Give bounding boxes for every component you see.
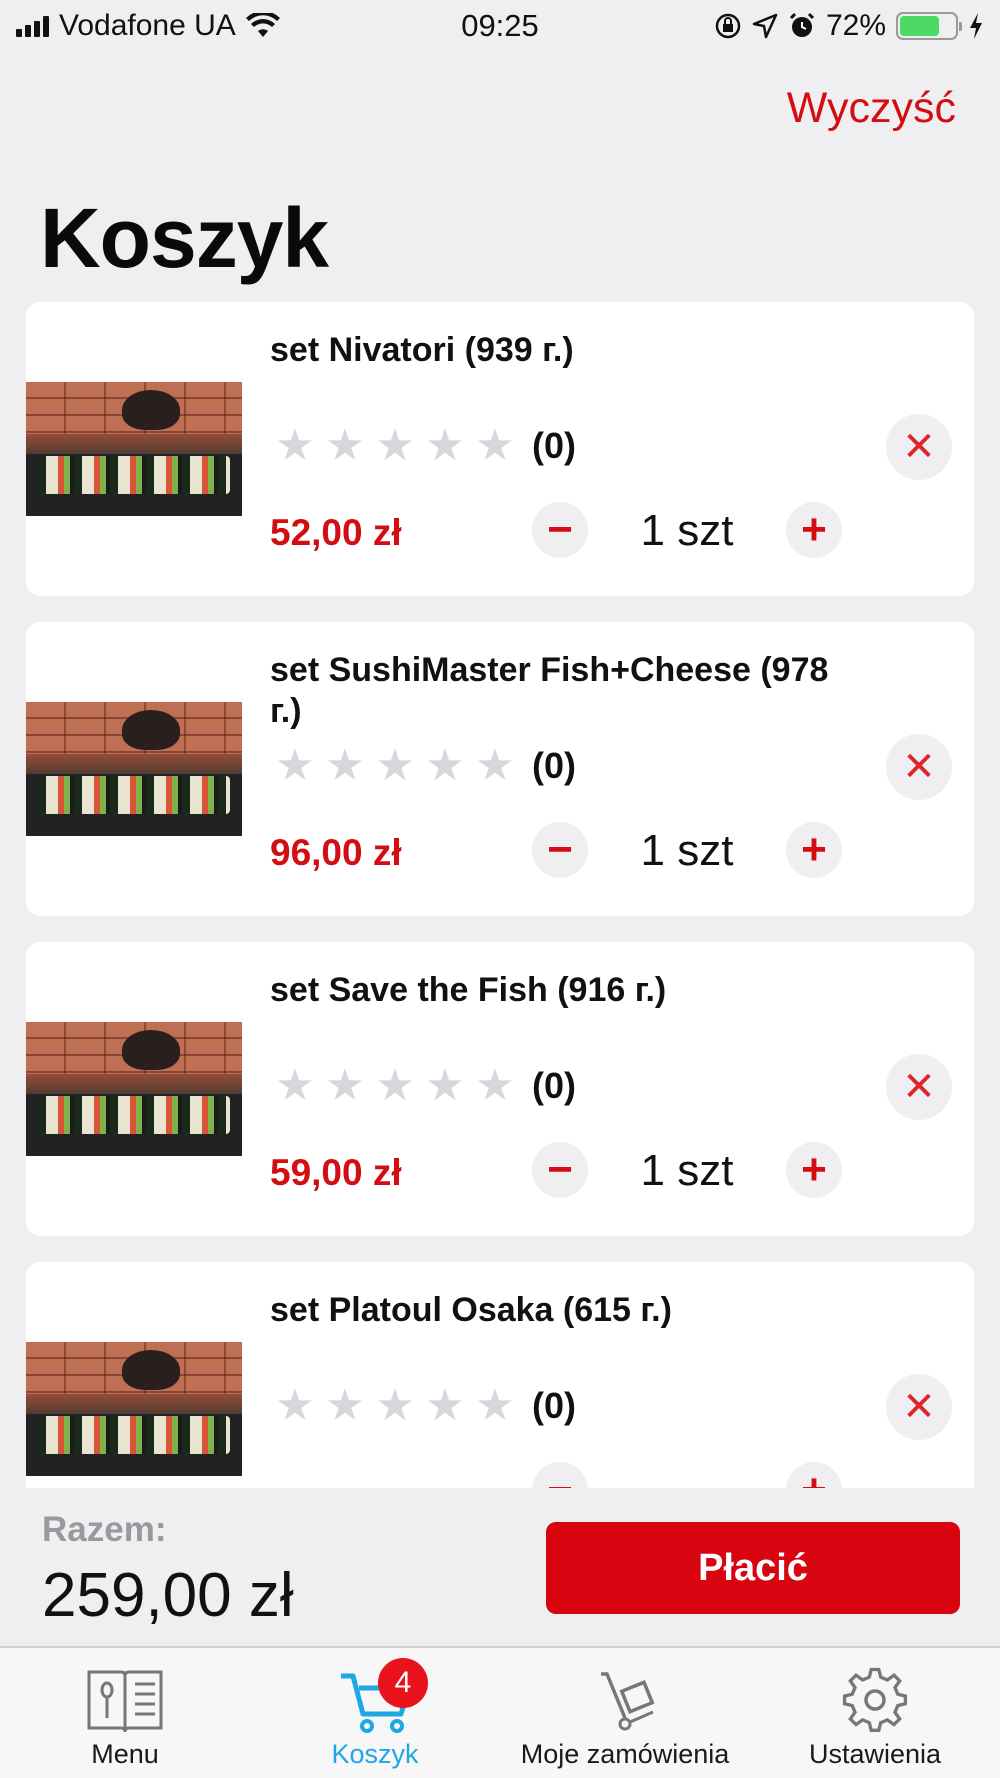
rating-count: (0): [532, 1065, 576, 1106]
decrease-quantity-button[interactable]: −: [532, 822, 588, 878]
increase-quantity-button[interactable]: +: [786, 502, 842, 558]
item-quantity: 1 szt: [640, 826, 734, 875]
item-rating[interactable]: ★ ★ ★ ★ ★ (0): [274, 1064, 576, 1108]
star-icon[interactable]: ★: [324, 1384, 366, 1428]
remove-item-button[interactable]: ✕: [886, 414, 952, 480]
star-icon[interactable]: ★: [324, 424, 366, 468]
tab-label: Menu: [91, 1739, 159, 1769]
location-icon: [752, 13, 778, 39]
item-quantity: 1 szt: [640, 506, 734, 555]
star-icon[interactable]: ★: [374, 744, 416, 788]
tab-bar: Menu 4 Koszyk Moje zamówienia Ustawienia: [0, 1646, 1000, 1778]
star-icon[interactable]: ★: [474, 424, 516, 468]
item-price: 52,00 zł: [270, 512, 402, 553]
rating-count: (0): [532, 425, 576, 466]
tab-settings[interactable]: Ustawienia: [750, 1648, 1000, 1778]
item-price: 96,00 zł: [270, 832, 402, 873]
star-icon[interactable]: ★: [274, 1064, 316, 1108]
star-icon[interactable]: ★: [474, 744, 516, 788]
star-icon[interactable]: ★: [374, 1384, 416, 1428]
item-name: set Platoul Osaka (615 г.): [270, 1291, 672, 1329]
rating-count: (0): [532, 745, 576, 786]
item-name: set Save the Fish (916 г.): [270, 971, 667, 1009]
star-icon[interactable]: ★: [424, 744, 466, 788]
cart-list[interactable]: set Nivatori (939 г.) ★ ★ ★ ★ ★ (0) ✕ 52…: [26, 302, 974, 1488]
item-name: set SushiMaster Fish+Cheese (978 г.): [270, 651, 829, 730]
increase-quantity-button[interactable]: +: [786, 822, 842, 878]
cart-item: set Platoul Osaka (615 г.) ★ ★ ★ ★ ★ (0)…: [26, 1262, 974, 1488]
alarm-icon: [789, 12, 815, 37]
increase-quantity-button[interactable]: +: [786, 1142, 842, 1198]
rotation-lock-icon: [715, 13, 741, 39]
decrease-quantity-button[interactable]: −: [532, 502, 588, 558]
star-icon[interactable]: ★: [274, 744, 316, 788]
carrier-name: Vodafone UA: [59, 9, 236, 42]
star-icon[interactable]: ★: [424, 424, 466, 468]
cart-badge: 4: [378, 1658, 428, 1708]
clear-cart-link[interactable]: Wyczyść: [787, 84, 956, 133]
increase-quantity-button[interactable]: +: [786, 1462, 842, 1488]
star-icon[interactable]: ★: [374, 424, 416, 468]
star-icon[interactable]: ★: [424, 1064, 466, 1108]
gear-icon: [842, 1667, 908, 1732]
dolly-icon: [601, 1672, 655, 1731]
cart-item: set Save the Fish (916 г.) ★ ★ ★ ★ ★ (0)…: [26, 942, 974, 1236]
star-icon[interactable]: ★: [474, 1064, 516, 1108]
status-left: Vodafone UA: [16, 9, 280, 43]
star-icon[interactable]: ★: [474, 1384, 516, 1428]
battery-level: [900, 16, 939, 36]
decrease-quantity-button[interactable]: −: [532, 1142, 588, 1198]
battery-percent: 72%: [825, 9, 886, 42]
battery-icon: [896, 12, 962, 40]
cart-item: set Nivatori (939 г.) ★ ★ ★ ★ ★ (0) ✕ 52…: [26, 302, 974, 596]
decrease-quantity-button[interactable]: −: [532, 1462, 588, 1488]
star-icon[interactable]: ★: [424, 1384, 466, 1428]
item-thumbnail: [26, 1022, 242, 1156]
remove-item-button[interactable]: ✕: [886, 1054, 952, 1120]
remove-item-button[interactable]: ✕: [886, 1374, 952, 1440]
cart-item: set SushiMaster Fish+Cheese (978 г.) ★ ★…: [26, 622, 974, 916]
item-rating[interactable]: ★ ★ ★ ★ ★ (0): [274, 424, 576, 468]
tab-label: Ustawienia: [808, 1739, 942, 1769]
item-thumbnail: [26, 382, 242, 516]
item-quantity: 1 szt: [640, 1146, 734, 1195]
page-title: Koszyk: [40, 191, 329, 285]
tab-menu[interactable]: Menu: [0, 1648, 250, 1778]
pay-button[interactable]: Płacić: [546, 1522, 960, 1614]
item-thumbnail: [26, 1342, 242, 1476]
item-rating[interactable]: ★ ★ ★ ★ ★ (0): [274, 1384, 576, 1428]
item-thumbnail: [26, 702, 242, 836]
tab-cart[interactable]: 4 Koszyk: [250, 1648, 500, 1778]
star-icon[interactable]: ★: [374, 1064, 416, 1108]
item-price: 59,00 zł: [270, 1152, 402, 1193]
tab-my-orders[interactable]: Moje zamówienia: [500, 1648, 750, 1778]
signal-icon: [16, 15, 49, 37]
rating-count: (0): [532, 1385, 576, 1426]
total-label: Razem:: [42, 1510, 167, 1549]
status-right: 72%: [714, 9, 984, 43]
status-bar: Vodafone UA 09:25 72%: [0, 0, 1000, 52]
remove-item-button[interactable]: ✕: [886, 734, 952, 800]
total-value: 259,00 zł: [42, 1561, 294, 1630]
charging-icon: [970, 13, 982, 39]
tab-label: Moje zamówienia: [520, 1739, 730, 1769]
wifi-icon: [245, 13, 280, 37]
star-icon[interactable]: ★: [274, 424, 316, 468]
menu-book-icon: [87, 1670, 163, 1733]
star-icon[interactable]: ★: [324, 1064, 366, 1108]
tab-label: Koszyk: [331, 1739, 419, 1769]
star-icon[interactable]: ★: [324, 744, 366, 788]
item-name: set Nivatori (939 г.): [270, 331, 574, 369]
item-rating[interactable]: ★ ★ ★ ★ ★ (0): [274, 744, 576, 788]
star-icon[interactable]: ★: [274, 1384, 316, 1428]
